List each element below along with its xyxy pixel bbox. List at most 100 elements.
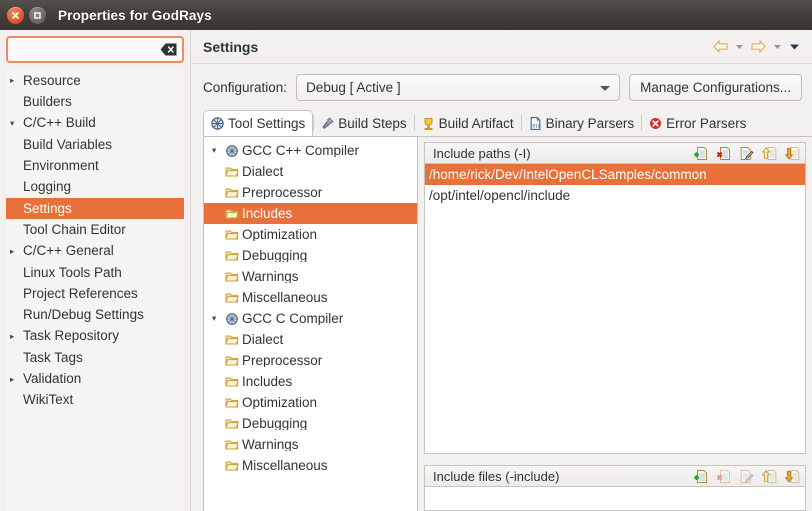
sidebar-item-environment[interactable]: Environment: [6, 155, 184, 176]
settings-nav-tree[interactable]: ▸ Resource Builders ▾ C/C++ Build Build Va…: [6, 70, 184, 511]
expand-arrow-icon[interactable]: ▸: [10, 375, 23, 384]
list-item[interactable]: /opt/intel/opencl/include: [425, 185, 805, 206]
window-titlebar: Properties for GodRays: [0, 0, 812, 30]
error-parsers-icon: [650, 117, 662, 129]
tool-tree-item-c-includes[interactable]: Includes: [204, 371, 417, 392]
build-steps-icon: [322, 116, 334, 129]
filter-input[interactable]: [15, 42, 160, 57]
forward-button[interactable]: [749, 38, 768, 55]
tool-tree-item-gcc-c-compiler[interactable]: ▾ GCC C Compiler: [204, 308, 417, 329]
tool-tree-item-c-debugging[interactable]: Debugging: [204, 413, 417, 434]
sidebar-item-validation[interactable]: ▸ Validation: [6, 368, 184, 389]
tool-tree-item-cpp-debugging[interactable]: Debugging: [204, 245, 417, 266]
include-files-edit-button: [738, 468, 755, 485]
tool-tree-item-label: Includes: [242, 374, 293, 389]
option-panels: Include paths (-I) /home/rick/Dev/IntelO…: [418, 137, 812, 511]
folder-icon: [225, 335, 239, 345]
sidebar-item-cpp-general[interactable]: ▸ C/C++ General: [6, 240, 184, 261]
tool-tree-item-label: Dialect: [242, 164, 284, 179]
close-button[interactable]: [7, 6, 24, 24]
back-button[interactable]: [711, 38, 730, 55]
folder-icon: [225, 167, 239, 177]
sidebar-item-task-repository[interactable]: ▸ Task Repository: [6, 326, 184, 347]
expand-arrow-icon[interactable]: ▸: [10, 332, 23, 341]
sidebar-item-label: Run/Debug Settings: [23, 307, 144, 323]
tool-tree-item-c-dialect[interactable]: Dialect: [204, 329, 417, 350]
include-files-move-down-button[interactable]: [784, 468, 801, 485]
include-paths-list[interactable]: /home/rick/Dev/IntelOpenCLSamples/common…: [424, 164, 806, 454]
right-panel: Settings Configuration: Debug [Active]…: [190, 30, 812, 511]
chevron-down-icon: [790, 44, 799, 50]
tab-error-parsers[interactable]: Error Parsers: [642, 110, 753, 136]
view-menu-button[interactable]: [787, 38, 802, 55]
tool-tree-item-cpp-includes[interactable]: Includes: [204, 203, 417, 224]
tool-tree-item-c-miscellaneous[interactable]: Miscellaneous: [204, 455, 417, 476]
sidebar-item-build-variables[interactable]: Build Variables: [6, 134, 184, 155]
include-files-move-up-button[interactable]: [761, 468, 778, 485]
tab-label: Tool Settings: [228, 116, 306, 131]
add-icon: [694, 469, 707, 483]
folder-icon: [225, 230, 239, 240]
move-up-icon: [762, 146, 777, 160]
dialog-body: ▸ Resource Builders ▾ C/C++ Build Build Va…: [0, 30, 812, 511]
expand-arrow-icon[interactable]: ▸: [10, 76, 23, 85]
folder-icon: [225, 209, 239, 219]
sidebar-item-wikitext[interactable]: WikiText: [6, 389, 184, 410]
include-paths-edit-button[interactable]: [738, 145, 755, 162]
tab-build-steps[interactable]: Build Steps: [314, 110, 413, 136]
list-item[interactable]: /home/rick/Dev/IntelOpenCLSamples/common: [425, 164, 805, 185]
move-up-icon: [762, 469, 777, 483]
expand-arrow-icon[interactable]: ▸: [10, 247, 23, 256]
include-files-delete-button: [715, 468, 732, 485]
tool-tree-item-c-preprocessor[interactable]: Preprocessor: [204, 350, 417, 371]
forward-history-button[interactable]: [771, 38, 784, 55]
tab-tool-settings[interactable]: Tool Settings: [203, 110, 314, 136]
collapse-arrow-icon[interactable]: ▾: [10, 119, 23, 128]
sidebar-item-label: Project References: [23, 285, 138, 301]
sidebar-item-task-tags[interactable]: Task Tags: [6, 347, 184, 368]
tab-binary-parsers[interactable]: 010 Binary Parsers: [522, 110, 642, 136]
include-paths-move-down-button[interactable]: [784, 145, 801, 162]
include-paths-move-up-button[interactable]: [761, 145, 778, 162]
sidebar-item-logging[interactable]: Logging: [6, 176, 184, 197]
tool-tree-item-cpp-optimization[interactable]: Optimization: [204, 224, 417, 245]
configuration-value: Debug [ Active ]: [306, 80, 401, 95]
tool-tree-item-cpp-preprocessor[interactable]: Preprocessor: [204, 182, 417, 203]
sidebar-item-builders[interactable]: Builders: [6, 91, 184, 112]
sidebar-item-label: Task Repository: [23, 328, 120, 344]
sidebar-item-cpp-build[interactable]: ▾ C/C++ Build: [6, 113, 184, 134]
forward-arrow-icon: [751, 40, 766, 53]
configuration-select[interactable]: Debug [ Active ]: [296, 74, 621, 101]
include-paths-delete-button[interactable]: [715, 145, 732, 162]
collapse-arrow-icon[interactable]: ▾: [212, 314, 225, 323]
back-history-button[interactable]: [733, 38, 746, 55]
sidebar-item-tool-chain-editor[interactable]: Tool Chain Editor: [6, 219, 184, 240]
sidebar-item-settings[interactable]: Settings: [6, 197, 184, 220]
tool-tree-item-c-optimization[interactable]: Optimization: [204, 392, 417, 413]
sidebar-item-linux-tools-path[interactable]: Linux Tools Path: [6, 262, 184, 283]
page-header: Settings: [191, 30, 812, 64]
tool-tree-item-c-warnings[interactable]: Warnings: [204, 434, 417, 455]
sidebar-item-project-references[interactable]: Project References: [6, 283, 184, 304]
collapse-arrow-icon[interactable]: ▾: [212, 146, 225, 155]
tool-tree[interactable]: ▾ GCC C++ Compiler Dialect Preprocessor …: [204, 137, 418, 511]
include-paths-add-button[interactable]: [692, 145, 709, 162]
tool-tree-item-gcc-cpp-compiler[interactable]: ▾ GCC C++ Compiler: [204, 140, 417, 161]
include-files-add-button[interactable]: [692, 468, 709, 485]
filter-box[interactable]: [6, 36, 184, 63]
tool-tree-item-cpp-warnings[interactable]: Warnings: [204, 266, 417, 287]
tool-tree-item-cpp-miscellaneous[interactable]: Miscellaneous: [204, 287, 417, 308]
tab-build-artifact[interactable]: Build Artifact: [415, 110, 521, 136]
clear-icon[interactable]: [160, 43, 177, 56]
include-files-list[interactable]: [424, 487, 806, 511]
manage-configurations-button[interactable]: Manage Configurations...: [629, 74, 802, 101]
sidebar-item-run-debug-settings[interactable]: Run/Debug Settings: [6, 304, 184, 325]
maximize-button[interactable]: [29, 6, 46, 24]
window-title: Properties for GodRays: [58, 7, 212, 23]
configuration-row: Configuration: Debug [ Active ] Manage C…: [191, 64, 812, 110]
page-title: Settings: [203, 38, 259, 55]
sidebar-item-resource[interactable]: ▸ Resource: [6, 70, 184, 91]
sidebar-item-label: Validation: [23, 371, 82, 387]
tool-tree-item-cpp-dialect[interactable]: Dialect: [204, 161, 417, 182]
sidebar-item-label: WikiText: [23, 392, 74, 408]
